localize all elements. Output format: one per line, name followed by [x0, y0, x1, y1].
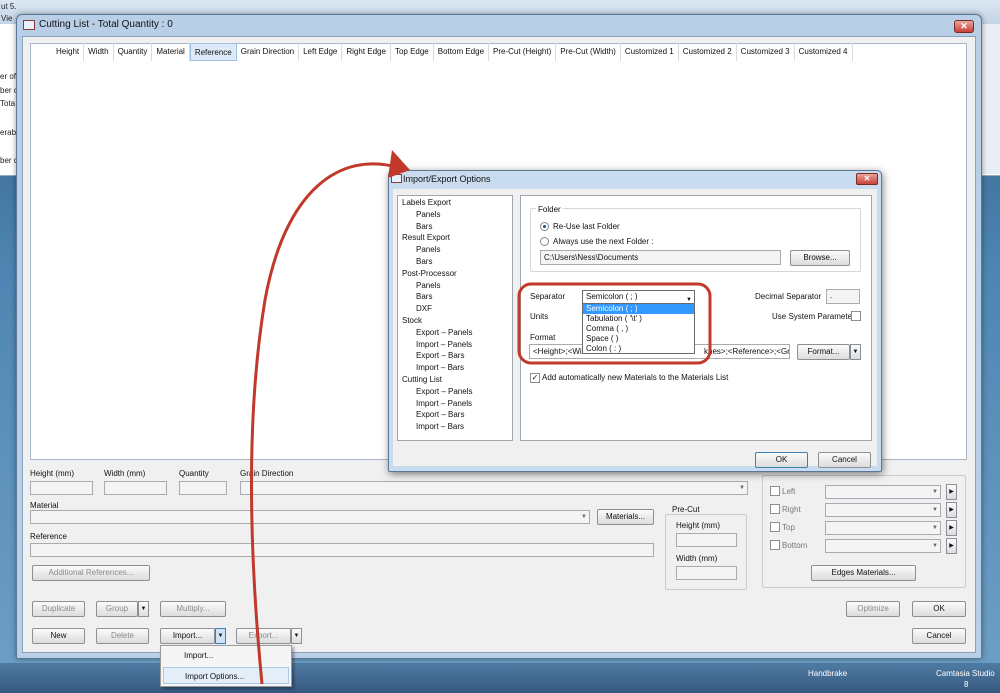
annotation-overlay: [250, 150, 712, 685]
annotation-arrow-head: [388, 150, 410, 178]
annotation-highlight-circle: [517, 282, 712, 365]
annotation-arrow-line: [250, 162, 401, 685]
